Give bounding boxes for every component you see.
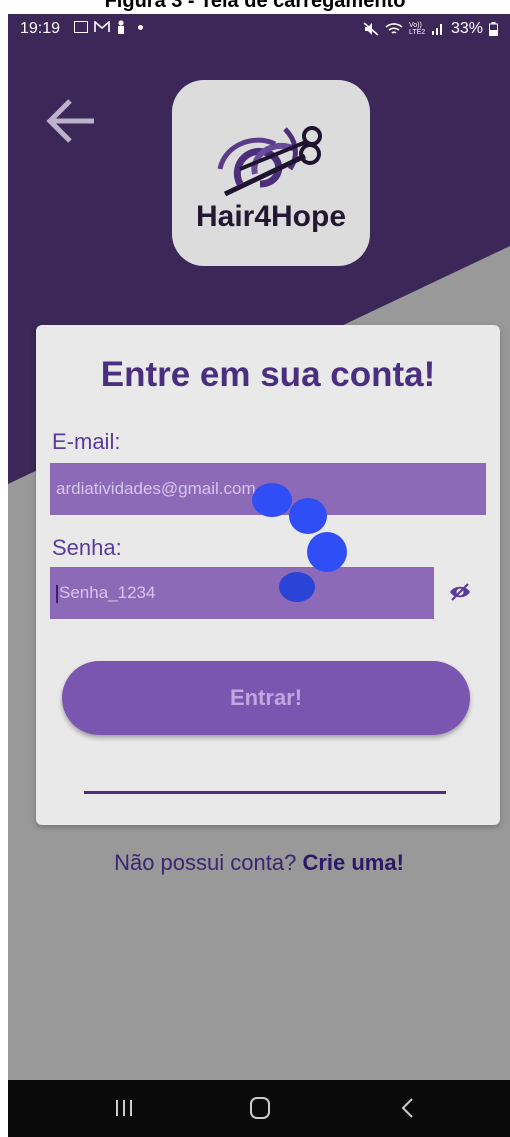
- email-value: ardiatividades@gmail.com: [56, 479, 256, 498]
- status-time: 19:19: [20, 20, 61, 37]
- back-nav-icon[interactable]: [388, 1092, 428, 1124]
- volte-icon: Vo)) LTE2: [408, 22, 426, 36]
- password-input[interactable]: Senha_1234: [50, 567, 434, 619]
- login-title: Entre em sua conta!: [100, 355, 436, 394]
- login-button[interactable]: Entrar!: [62, 661, 470, 735]
- battery-icon: [489, 22, 498, 36]
- back-arrow-icon[interactable]: [44, 96, 100, 146]
- dot-icon: [138, 24, 143, 30]
- signup-prompt: Não possui conta? Crie uma!: [8, 850, 510, 876]
- signup-text: Não possui conta?: [114, 850, 297, 875]
- status-bar: 19:19 Vo)) LTE2 33%: [8, 14, 510, 48]
- email-label: E-mail:: [52, 429, 121, 454]
- logo-text: Hair4Hope: [195, 200, 347, 233]
- home-icon[interactable]: [240, 1092, 280, 1124]
- password-value: Senha_1234: [59, 583, 156, 602]
- hair-scissors-logo-icon: [217, 126, 322, 197]
- password-label: Senha:: [52, 535, 122, 560]
- recent-apps-icon[interactable]: [104, 1092, 144, 1124]
- phone-screen: 19:19 Vo)) LTE2 33% Hair4Hope Entre em s…: [8, 14, 510, 1137]
- mute-icon: [363, 22, 379, 36]
- battery-percent: 33%: [450, 20, 483, 37]
- app-logo: Hair4Hope: [172, 80, 370, 266]
- wifi-icon: [385, 23, 403, 34]
- eye-off-icon[interactable]: [448, 581, 472, 603]
- image-icon: [74, 21, 88, 33]
- signup-link[interactable]: Crie uma!: [302, 850, 403, 875]
- system-nav-bar: [8, 1080, 510, 1137]
- loading-spinner-icon: [252, 483, 347, 602]
- signal-icon: [431, 24, 442, 35]
- gmail-icon: [94, 21, 110, 32]
- text-cursor: [56, 584, 58, 603]
- person-icon: [118, 20, 124, 34]
- progress-line: [84, 791, 446, 794]
